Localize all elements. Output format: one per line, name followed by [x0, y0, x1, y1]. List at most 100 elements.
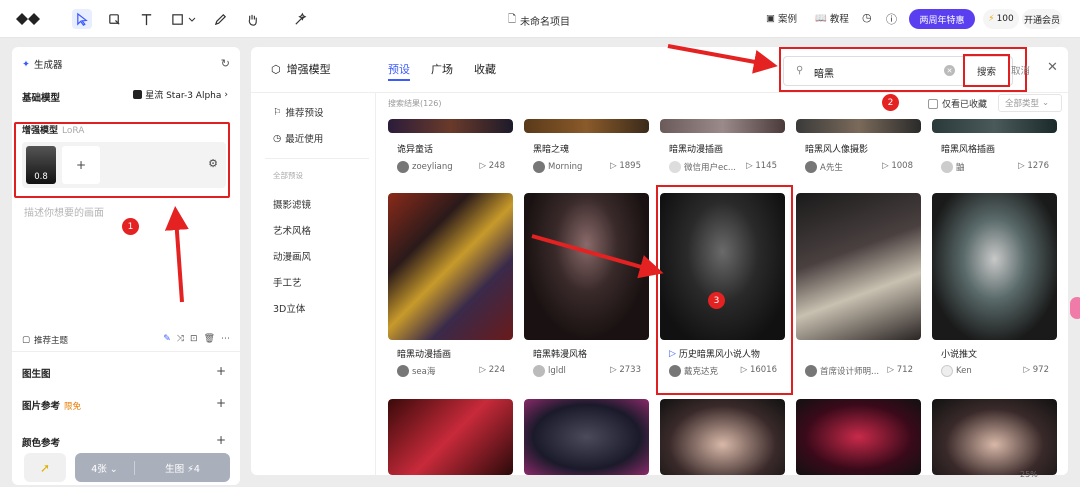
project-title[interactable]: 🗋 未命名项目 [508, 12, 570, 29]
app-logo-icon[interactable] [14, 10, 42, 28]
preset-card[interactable] [932, 399, 1057, 475]
views-count: 1895 [619, 161, 641, 171]
cube-icon: ⬡ [271, 62, 281, 76]
magic-tool-icon[interactable] [290, 9, 310, 29]
credits-value: 100 [996, 14, 1014, 24]
card-image [388, 193, 513, 340]
credits-badge[interactable]: ⚡ 100 [983, 9, 1019, 29]
adjust-icon[interactable]: ⚙ [208, 157, 218, 170]
card-title: 暗黑韩漫风格 [533, 350, 588, 360]
add-lora-button[interactable]: + [62, 146, 100, 184]
preset-card[interactable]: 暗黑风人像摄影 A先生 ▷ 1008 [796, 119, 921, 181]
chevron-down-icon[interactable] [186, 9, 198, 29]
lora-thumbnail[interactable]: 0.8 [26, 146, 56, 184]
sidebar-item-art-style[interactable]: 艺术风格 [273, 223, 311, 237]
hand-tool-icon[interactable] [242, 9, 262, 29]
preset-card[interactable]: 暗黑韩漫风格 lgldl ▷ 2733 [524, 193, 649, 381]
preset-card[interactable] [660, 399, 785, 475]
author-name: 微信用户ec... [684, 163, 737, 173]
color-reference-add-icon[interactable]: + [216, 433, 226, 447]
trash-icon[interactable]: 🗑 [204, 334, 215, 344]
preset-card[interactable] [524, 399, 649, 475]
preset-card[interactable]: 暗黑动漫插画 微信用户ec... ▷ 1145 [660, 119, 785, 181]
preset-card[interactable]: 诡异童话 zoeyliang ▷ 248 [388, 119, 513, 181]
card-views: ▷ 712 [887, 365, 913, 375]
pin-button[interactable]: ➚ [24, 453, 66, 482]
frame-tool-icon[interactable] [104, 9, 124, 29]
views-count: 712 [896, 365, 913, 375]
sidebar-item-anime[interactable]: 动漫画风 [273, 249, 311, 263]
sidebar-item-photo-filter[interactable]: 摄影滤镜 [273, 197, 311, 211]
card-author: 鼬 [941, 161, 965, 173]
recent-label: 最近使用 [285, 134, 324, 145]
tutorial-button[interactable]: 📖 教程 [815, 11, 849, 26]
card-views: ▷ 1276 [1018, 161, 1049, 171]
expand-icon[interactable]: ⊡ [190, 334, 198, 344]
history-icon[interactable]: ◷ [862, 11, 872, 24]
preset-card[interactable] [388, 399, 513, 475]
tab-preset[interactable]: 预设 [388, 61, 410, 77]
author-name: Morning [548, 162, 583, 172]
color-reference-section[interactable]: 颜色参考 [22, 435, 60, 449]
sidebar-item-craft[interactable]: 手工艺 [273, 275, 302, 289]
card-image [524, 193, 649, 340]
card-author: zoeyliang [397, 161, 453, 173]
text-tool-icon[interactable] [136, 9, 156, 29]
img2img-add-icon[interactable]: + [216, 364, 226, 378]
generate-button[interactable]: 4张 ⌄ 生图 ⚡4 [75, 453, 230, 482]
author-name: A先生 [820, 163, 843, 173]
shuffle-icon[interactable]: ⤨ [177, 334, 184, 344]
type-filter-select[interactable]: 全部类型 ⌄ [998, 94, 1062, 112]
help-icon[interactable]: ⓘ [886, 11, 897, 27]
prompt-input[interactable]: 描述你想要的画面 [24, 204, 104, 219]
close-icon[interactable]: ✕ [1047, 60, 1058, 75]
floating-handle[interactable] [1070, 297, 1080, 319]
card-title: 诡异童话 [397, 145, 434, 155]
author-name: zoeyliang [412, 162, 453, 172]
tab-square[interactable]: 广场 [431, 61, 453, 77]
card-title: 黑暗之魂 [533, 145, 570, 155]
preset-card[interactable]: 暗黑风格插画 鼬 ▷ 1276 [932, 119, 1057, 181]
preset-card[interactable]: 黑暗之魂 Morning ▷ 1895 [524, 119, 649, 181]
type-filter-value: 全部类型 [1005, 99, 1040, 109]
search-icon: ⚲ [796, 65, 804, 76]
zoom-level[interactable]: 25% [1020, 470, 1038, 479]
card-views: ▷ 972 [1023, 365, 1049, 375]
img2img-section[interactable]: 图生图 [22, 366, 51, 380]
edit-icon[interactable]: ✎ [163, 334, 171, 344]
anniversary-button[interactable]: 两周年特惠 [909, 9, 975, 29]
cases-label: 案例 [777, 14, 797, 25]
tab-favorites[interactable]: 收藏 [474, 61, 496, 77]
search-button[interactable]: 搜索 [963, 54, 1010, 87]
favorites-only-checkbox[interactable]: 仅看已收藏 [928, 97, 987, 110]
shape-tool-icon[interactable] [168, 9, 188, 29]
generate-action[interactable]: 生图 ⚡4 [135, 461, 230, 475]
pin-icon: ➚ [39, 460, 51, 475]
card-image [524, 119, 649, 133]
clear-icon[interactable]: ✕ [944, 65, 955, 76]
sidebar-item-recent[interactable]: ◷ 最近使用 [273, 131, 324, 146]
image-reference-section[interactable]: 图片参考 限免 [22, 398, 81, 412]
card-views: ▷ 1145 [746, 161, 777, 171]
lora-label: 增强模型 LoRA [22, 123, 84, 136]
quantity-selector[interactable]: 4张 ⌄ [75, 460, 135, 475]
preset-sidebar: ⚐ 推荐预设 ◷ 最近使用 全部预设 摄影滤镜 艺术风格 动漫画风 手工艺 3D… [251, 93, 376, 475]
preset-card[interactable]: 暗黑动漫插画 sea海 ▷ 224 [388, 193, 513, 381]
sidebar-item-3d[interactable]: 3D立体 [273, 301, 305, 315]
sidebar-item-recommended[interactable]: ⚐ 推荐预设 [273, 105, 324, 120]
avatar [805, 365, 817, 377]
recommended-topic[interactable]: ▢ 推荐主题 [22, 334, 68, 346]
more-icon[interactable]: ⋯ [221, 334, 230, 344]
preset-card[interactable]: 首席设计师明... ▷ 712 [796, 193, 921, 381]
cancel-button[interactable]: 取消 [1011, 63, 1030, 77]
preset-card[interactable]: 小说推文 Ken ▷ 972 [932, 193, 1057, 381]
cases-button[interactable]: ▣ 案例 [766, 11, 797, 26]
image-reference-add-icon[interactable]: + [216, 396, 226, 410]
pen-tool-icon[interactable] [210, 9, 230, 29]
select-tool-icon[interactable] [72, 9, 92, 29]
card-image [388, 399, 513, 475]
preset-card[interactable] [796, 399, 921, 475]
refresh-icon[interactable]: ↻ [221, 57, 230, 70]
vip-button[interactable]: 开通会员 [1022, 9, 1062, 29]
base-model-selector[interactable]: 星流 Star-3 Alpha › [133, 88, 228, 101]
